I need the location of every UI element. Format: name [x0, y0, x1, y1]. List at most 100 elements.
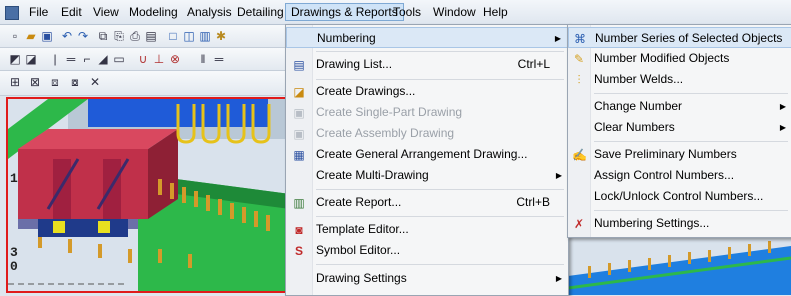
menu-item-save-preliminary[interactable]: ✍ Save Preliminary Numbers — [568, 144, 791, 165]
number-series-icon: ⌘ — [574, 32, 586, 46]
numbering-settings-icon: ✗ — [573, 217, 585, 231]
line-icon[interactable]: | — [48, 52, 62, 66]
model-viewport-right[interactable] — [568, 236, 791, 295]
menu-view[interactable]: View — [88, 4, 124, 20]
plate-icon[interactable]: ◢ — [96, 52, 110, 66]
toolbar-view: ⊞ ⊠ ⧈ ⧇ ✕ — [0, 71, 300, 96]
select-assembly-icon[interactable]: ⧈ — [48, 75, 62, 89]
menu-modeling[interactable]: Modeling — [124, 4, 183, 20]
menu-help[interactable]: Help — [478, 4, 513, 20]
menu-item-create-ga[interactable]: ▦ Create General Arrangement Drawing... — [286, 144, 568, 165]
tile-icon[interactable]: ◫ — [182, 29, 196, 43]
menu-item-create-report[interactable]: ▥ Create Report... Ctrl+B — [286, 192, 568, 213]
menu-detailing[interactable]: Detailing — [232, 4, 289, 20]
menu-item-label: Assign Control Numbers... — [594, 168, 735, 182]
menu-item-assign-control[interactable]: Assign Control Numbers... — [568, 165, 791, 186]
app-icon[interactable] — [5, 6, 19, 20]
menu-drawings-reports[interactable]: Drawings & Reports — [285, 3, 404, 21]
menu-item-label: Create General Arrangement Drawing... — [316, 147, 528, 161]
menu-item-label: Numbering — [317, 31, 376, 45]
select-all-icon[interactable]: ⊞ — [8, 75, 22, 89]
ga-drawing-icon: ▦ — [293, 148, 305, 162]
model-viewport[interactable]: 1 3 0 — [6, 97, 292, 293]
menu-separator — [316, 51, 564, 52]
submenu-arrow-icon: ▶ — [779, 102, 786, 111]
select-bolt-icon[interactable]: ✕ — [88, 75, 102, 89]
copy-icon[interactable]: ⧉ — [96, 29, 110, 43]
print-icon[interactable]: ⎙ — [128, 29, 142, 43]
window-icon[interactable]: □ — [166, 29, 180, 43]
submenu-arrow-icon: ▶ — [779, 123, 786, 132]
report-icon: ▥ — [293, 196, 305, 210]
submenu-arrow-icon: ▶ — [555, 171, 562, 180]
menu-item-create-single-part[interactable]: ▣ Create Single-Part Drawing — [286, 102, 568, 123]
menu-item-drawing-list[interactable]: ▤ Drawing List... Ctrl+L — [286, 54, 568, 75]
open-icon[interactable]: ▰ — [24, 29, 38, 43]
paste-icon[interactable]: ⎘ — [112, 29, 126, 43]
tool-icon[interactable]: ✱ — [214, 29, 228, 43]
properties-icon[interactable]: ▤ — [144, 29, 158, 43]
select-component-icon[interactable]: ⧇ — [68, 75, 82, 89]
menu-separator — [594, 141, 788, 142]
number-welds-icon: ⫶ — [577, 73, 581, 87]
menu-item-create-drawings[interactable]: ◪ Create Drawings... — [286, 81, 568, 102]
menu-item-label: Template Editor... — [316, 222, 409, 236]
layout-icon[interactable]: ▥ — [198, 29, 212, 43]
menu-item-create-assembly[interactable]: ▣ Create Assembly Drawing — [286, 123, 568, 144]
number-modified-icon: ✎ — [573, 52, 585, 66]
red-stiffener-1 — [53, 159, 71, 219]
menu-item-label: Drawing List... — [316, 57, 393, 71]
menu-item-label: Create Assembly Drawing — [316, 126, 455, 140]
bolt-icon[interactable]: ⊗ — [168, 52, 182, 66]
menu-item-numbering[interactable]: Numbering ▶ — [286, 27, 568, 48]
menu-item-drawing-settings[interactable]: Drawing Settings ▶ — [286, 268, 568, 289]
single-part-drawing-icon: ▣ — [293, 106, 305, 120]
dimension-icon[interactable]: ═ — [212, 52, 226, 66]
weld-icon[interactable]: ⊥ — [152, 52, 166, 66]
grid-icon[interactable]: ‖ — [196, 52, 210, 66]
menu-item-number-welds[interactable]: ⫶ Number Welds... — [568, 69, 791, 90]
menu-shortcut: Ctrl+B — [516, 195, 550, 209]
drawing-list-icon: ▤ — [293, 58, 305, 72]
column-icon[interactable]: ▭ — [112, 52, 126, 66]
toolbar-standard: ▫ ▰ ▣ ↶ ↷ ⧉ ⎘ ⎙ ▤ □ ◫ ▥ ✱ — [0, 25, 300, 48]
menu-item-clear-numbers[interactable]: Clear Numbers ▶ — [568, 117, 791, 138]
menu-file[interactable]: File — [24, 4, 53, 20]
menu-item-label: Symbol Editor... — [316, 243, 401, 257]
menu-item-numbering-settings[interactable]: ✗ Numbering Settings... — [568, 213, 791, 234]
menu-item-create-multi[interactable]: Create Multi-Drawing ▶ — [286, 165, 568, 186]
symbol-editor-icon: S — [294, 244, 303, 258]
menu-separator — [316, 79, 564, 80]
menu-analysis[interactable]: Analysis — [182, 4, 237, 20]
new-icon[interactable]: ▫ — [8, 29, 22, 43]
beam-icon[interactable]: ═ — [64, 52, 78, 66]
snap-icon[interactable]: ◩ — [8, 52, 22, 66]
menu-item-lock-unlock[interactable]: Lock/Unlock Control Numbers... — [568, 186, 791, 207]
snap2-icon[interactable]: ◪ — [24, 52, 38, 66]
menu-separator — [594, 210, 788, 211]
undo-icon[interactable]: ↶ — [60, 29, 74, 43]
menu-window[interactable]: Window — [428, 4, 481, 20]
select-parts-icon[interactable]: ⊠ — [28, 75, 42, 89]
submenu-arrow-icon: ▶ — [555, 274, 562, 283]
save-icon[interactable]: ▣ — [40, 29, 54, 43]
menu-item-number-modified[interactable]: ✎ Number Modified Objects — [568, 48, 791, 69]
redo-icon[interactable]: ↷ — [76, 29, 90, 43]
red-stiffener-2 — [103, 159, 121, 219]
numbering-submenu: ⌘ Number Series of Selected Objects ✎ Nu… — [567, 24, 791, 238]
menu-shortcut: Ctrl+L — [517, 57, 550, 71]
menu-item-symbol-editor[interactable]: S Symbol Editor... — [286, 240, 568, 261]
menu-tools[interactable]: Tools — [388, 4, 426, 20]
menu-separator — [316, 216, 564, 217]
bend-icon[interactable]: ∪ — [136, 52, 150, 66]
polybeam-icon[interactable]: ⌐ — [80, 52, 94, 66]
menu-separator — [316, 189, 564, 190]
menu-item-label: Save Preliminary Numbers — [594, 147, 737, 161]
create-drawings-icon: ◪ — [293, 85, 305, 99]
menu-item-number-series-selected[interactable]: ⌘ Number Series of Selected Objects — [568, 27, 791, 48]
grid-label: 1 — [10, 171, 18, 186]
menu-item-change-number[interactable]: Change Number ▶ — [568, 96, 791, 117]
menu-item-label: Create Multi-Drawing — [316, 168, 429, 182]
menu-edit[interactable]: Edit — [56, 4, 87, 20]
menu-item-template-editor[interactable]: ◙ Template Editor... — [286, 219, 568, 240]
